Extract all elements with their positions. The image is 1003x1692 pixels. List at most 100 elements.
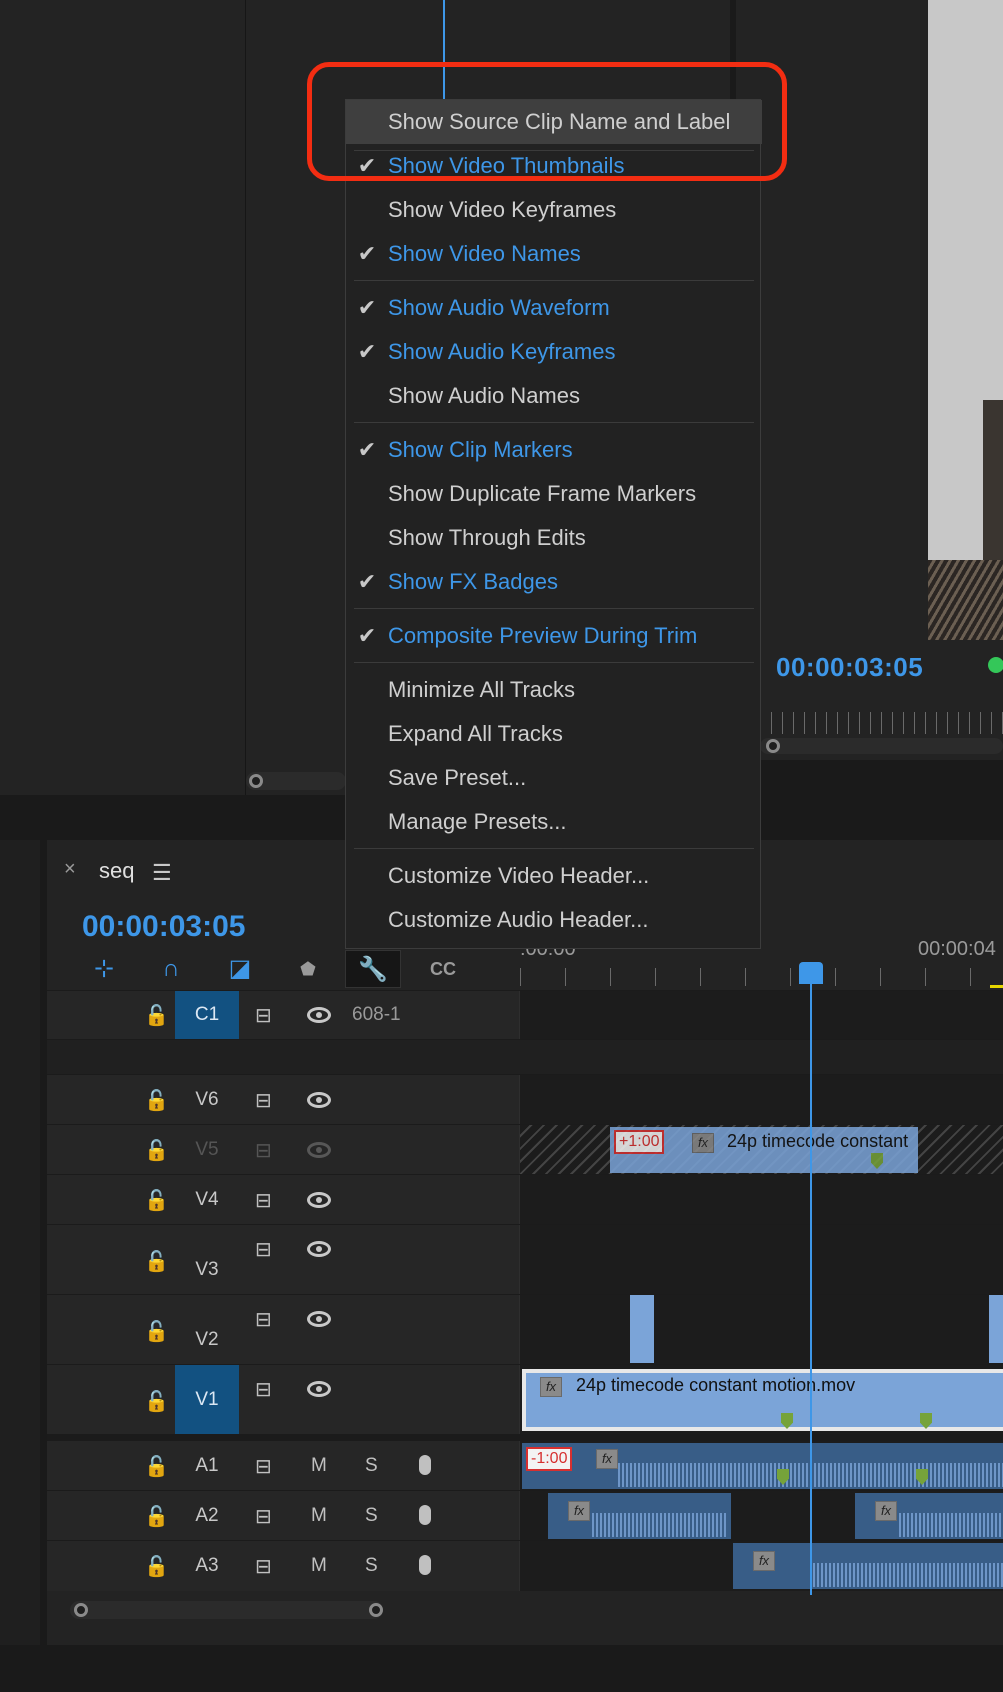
lock-icon[interactable]: 🔓 (144, 1088, 169, 1113)
track-target-a3[interactable]: A3 (175, 1555, 239, 1577)
track-area[interactable]: fx (519, 1541, 1003, 1591)
add-marker-icon[interactable]: ⬟ (280, 950, 336, 988)
snap-insert-icon[interactable]: ⊹ (76, 950, 132, 988)
lock-icon[interactable]: 🔓 (144, 1454, 169, 1479)
video-clip-v5[interactable]: +1:00 fx 24p timecode constant (610, 1127, 918, 1173)
program-ruler[interactable] (760, 712, 1003, 734)
track-target-v6[interactable]: V6 (175, 1089, 239, 1111)
timeline-zoom-scrollbar[interactable] (70, 1601, 383, 1619)
track-area[interactable] (519, 1175, 1003, 1225)
track-header-icon[interactable]: ⊟ (255, 1504, 272, 1529)
eye-icon[interactable] (307, 1142, 331, 1158)
track-target-a2[interactable]: A2 (175, 1505, 239, 1527)
eye-icon[interactable] (307, 1192, 331, 1208)
fx-badge-icon[interactable]: fx (568, 1501, 590, 1521)
eye-icon[interactable] (307, 1007, 331, 1023)
timeline-ruler[interactable] (520, 968, 1003, 986)
microphone-icon[interactable] (419, 1505, 431, 1525)
track-header-icon[interactable]: ⊟ (255, 1188, 272, 1213)
fx-badge-icon[interactable]: fx (692, 1133, 714, 1153)
scroll-handle[interactable] (249, 774, 263, 788)
menu-item[interactable]: Show Duplicate Frame Markers (346, 472, 762, 516)
mute-button[interactable]: M (311, 1505, 327, 1527)
solo-button[interactable]: S (365, 1455, 378, 1477)
track-target-a1[interactable]: A1 (175, 1455, 239, 1477)
menu-item[interactable]: ✔ Composite Preview During Trim (346, 614, 762, 658)
audio-clip-a3[interactable]: fx (733, 1543, 1003, 1589)
track-area[interactable]: fx 24p timecode constant motion.mov (519, 1365, 1003, 1435)
menu-item[interactable]: ✔ Show Audio Keyframes (346, 330, 762, 374)
clip-marker[interactable] (781, 1413, 793, 1429)
menu-item[interactable]: Manage Presets... (346, 800, 762, 844)
microphone-icon[interactable] (419, 1455, 431, 1475)
track-header-icon[interactable]: ⊟ (255, 1088, 272, 1113)
eye-icon[interactable] (307, 1381, 331, 1397)
scroll-handle[interactable] (766, 739, 780, 753)
video-clip-v1[interactable]: fx 24p timecode constant motion.mov (522, 1369, 1003, 1431)
video-clip-v2[interactable] (989, 1295, 1003, 1363)
fx-badge-icon[interactable]: fx (875, 1501, 897, 1521)
track-target-v3[interactable]: V3 (175, 1259, 239, 1281)
source-scrollbar[interactable] (246, 772, 346, 790)
menu-item[interactable]: Expand All Tracks (346, 712, 762, 756)
menu-item[interactable]: ✔ Show Video Names (346, 232, 762, 276)
audio-clip-a2[interactable]: fx (855, 1493, 1003, 1539)
lock-icon[interactable]: 🔓 (144, 1003, 169, 1028)
track-header-icon[interactable]: ⊟ (255, 1237, 272, 1262)
track-header-icon[interactable]: ⊟ (255, 1454, 272, 1479)
menu-item[interactable]: ✔ Show FX Badges (346, 560, 762, 604)
lock-icon[interactable]: 🔓 (144, 1249, 169, 1274)
scroll-handle-right[interactable] (369, 1603, 383, 1617)
magnet-icon[interactable]: ∩ (143, 950, 199, 988)
menu-item[interactable]: ✔ Show Clip Markers (346, 428, 762, 472)
track-target-v1[interactable]: V1 (175, 1365, 239, 1435)
track-header-icon[interactable]: ⊟ (255, 1554, 272, 1579)
program-scrollbar[interactable] (760, 738, 1003, 754)
track-target-v5[interactable]: V5 (175, 1139, 239, 1161)
menu-item[interactable]: Show Video Keyframes (346, 188, 762, 232)
menu-item[interactable]: Minimize All Tracks (346, 668, 762, 712)
track-area[interactable] (519, 991, 1003, 1039)
clip-marker[interactable] (920, 1413, 932, 1429)
menu-item[interactable]: Customize Audio Header... (346, 898, 762, 942)
eye-icon[interactable] (307, 1311, 331, 1327)
captions-icon[interactable]: CC (415, 950, 471, 988)
lock-icon[interactable]: 🔓 (144, 1389, 169, 1414)
video-clip-v2[interactable] (630, 1295, 654, 1363)
track-header-icon[interactable]: ⊟ (255, 1377, 272, 1402)
solo-button[interactable]: S (365, 1555, 378, 1577)
lock-icon[interactable]: 🔓 (144, 1188, 169, 1213)
timeline-playhead-line[interactable] (810, 980, 812, 1595)
panel-menu-icon[interactable]: ☰ (152, 860, 172, 886)
eye-icon[interactable] (307, 1092, 331, 1108)
microphone-icon[interactable] (419, 1555, 431, 1575)
wrench-icon[interactable]: 🔧 (345, 950, 401, 988)
audio-clip-a1[interactable]: -1:00 fx (522, 1443, 1003, 1489)
mute-button[interactable]: M (311, 1455, 327, 1477)
menu-item[interactable]: Show Through Edits (346, 516, 762, 560)
track-header-icon[interactable]: ⊟ (255, 1003, 272, 1028)
track-area[interactable]: fx fx (519, 1491, 1003, 1541)
track-area[interactable] (519, 1075, 1003, 1125)
track-area[interactable] (519, 1295, 1003, 1365)
timeline-timecode[interactable]: 00:00:03:05 (82, 910, 245, 944)
lock-closed-icon[interactable]: 🔓 (144, 1138, 169, 1163)
track-target-v4[interactable]: V4 (175, 1189, 239, 1211)
track-target-v2[interactable]: V2 (175, 1329, 239, 1351)
track-target-c1[interactable]: C1 (175, 991, 239, 1039)
close-tab-icon[interactable]: × (64, 858, 76, 881)
mute-button[interactable]: M (311, 1555, 327, 1577)
fx-badge-icon[interactable]: fx (596, 1449, 618, 1469)
track-area[interactable]: -1:00 fx (519, 1441, 1003, 1491)
clip-marker[interactable] (871, 1153, 883, 1169)
track-area[interactable] (519, 1225, 1003, 1295)
lock-icon[interactable]: 🔓 (144, 1504, 169, 1529)
menu-item[interactable]: ✔ Show Audio Waveform (346, 286, 762, 330)
track-header-icon[interactable]: ⊟ (255, 1307, 272, 1332)
linked-selection-icon[interactable]: ◪ (212, 950, 268, 988)
scroll-handle-left[interactable] (74, 1603, 88, 1617)
track-header-icon[interactable]: ⊟ (255, 1138, 272, 1163)
audio-clip-a2[interactable]: fx (548, 1493, 731, 1539)
eye-icon[interactable] (307, 1241, 331, 1257)
fx-badge-icon[interactable]: fx (540, 1377, 562, 1397)
